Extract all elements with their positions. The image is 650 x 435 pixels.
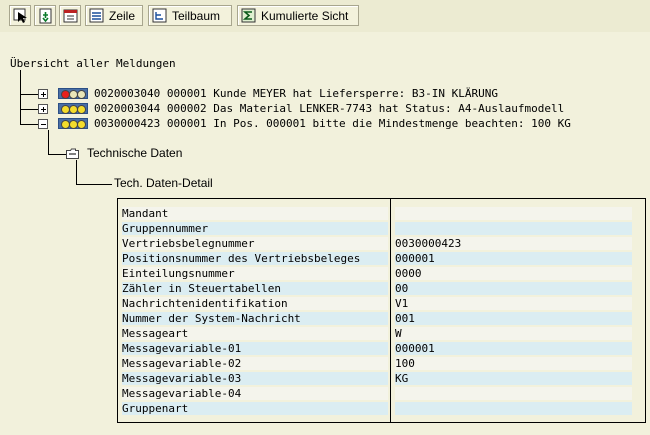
detail-row: Einteilungsnummer 0000 (118, 266, 645, 281)
yellow-light-icon (77, 105, 86, 114)
detail-row: Mandant (118, 206, 645, 221)
window-icon (63, 9, 78, 22)
detail-key: Gruppenart (122, 402, 388, 415)
window-button[interactable] (59, 5, 81, 26)
tree-connector (76, 184, 112, 185)
detail-row: Nummer der System-Nachricht 001 (118, 311, 645, 326)
detail-value: 000001 (395, 252, 632, 265)
detail-value (395, 207, 632, 220)
tech-data-node[interactable]: Technische Daten (87, 147, 182, 160)
detail-key: Mandant (122, 207, 388, 220)
row-button[interactable]: Zeile (85, 5, 143, 26)
subtree-icon (152, 8, 167, 22)
detail-value: 00 (395, 282, 632, 295)
tree-root-label: Übersicht aller Meldungen (10, 57, 176, 70)
detail-row: Gruppenart (118, 401, 645, 416)
tree-connector (20, 109, 38, 110)
detail-value: 0000 (395, 267, 632, 280)
tree-connector (48, 154, 66, 155)
sigma-icon (241, 8, 256, 22)
detail-value: 000001 (395, 342, 632, 355)
export-button[interactable] (34, 5, 56, 26)
detail-row: Messagevariable-02 100 (118, 356, 645, 371)
detail-value: 100 (395, 357, 632, 370)
tree-connector (20, 124, 38, 125)
detail-value (395, 402, 632, 415)
tree-connector (20, 70, 21, 125)
cumulated-view-button-label: Kumulierte Sicht (261, 8, 349, 23)
traffic-light-icon (58, 118, 88, 129)
message-text[interactable]: 0020003044 000002 Das Material LENKER-77… (94, 102, 564, 115)
detail-key: Gruppennummer (122, 222, 388, 235)
detail-row: Vertriebsbelegnummer 0030000423 (118, 236, 645, 251)
detail-value: W (395, 327, 632, 340)
detail-row: Nachrichtenidentifikation V1 (118, 296, 645, 311)
export-icon (39, 8, 52, 23)
light-off-icon (77, 90, 86, 99)
subtree-button-label: Teilbaum (172, 8, 221, 23)
detail-key: Messagevariable-03 (122, 372, 388, 385)
select-button[interactable] (9, 5, 31, 26)
yellow-light-icon (77, 120, 86, 129)
traffic-light-icon (58, 88, 88, 99)
tree-connector (20, 94, 38, 95)
message-text[interactable]: 0030000423 000001 In Pos. 000001 bitte d… (94, 117, 571, 130)
detail-row: Zähler in Steuertabellen 00 (118, 281, 645, 296)
folder-icon (66, 148, 79, 159)
row-button-label: Zeile (109, 8, 136, 23)
detail-key: Messagevariable-02 (122, 357, 388, 370)
detail-value: 001 (395, 312, 632, 325)
detail-key: Messagevariable-04 (122, 387, 388, 400)
detail-value (395, 387, 632, 400)
detail-key: Messageart (122, 327, 388, 340)
detail-row: Positionsnummer des Vertriebsbeleges 0000… (118, 251, 645, 266)
detail-value: V1 (395, 297, 632, 310)
detail-key: Nachrichtenidentifikation (122, 297, 388, 310)
detail-key: Vertriebsbelegnummer (122, 237, 388, 250)
row-icon (89, 8, 104, 22)
select-icon (13, 8, 27, 23)
collapse-toggle[interactable] (38, 119, 48, 129)
detail-row: Messagevariable-03 KG (118, 371, 645, 386)
detail-key: Nummer der System-Nachricht (122, 312, 388, 325)
detail-row: Messagevariable-04 (118, 386, 645, 401)
message-text[interactable]: 0020003040 000001 Kunde MEYER hat Liefer… (94, 87, 498, 100)
detail-key: Positionsnummer des Vertriebsbeleges (122, 252, 388, 265)
tree-connector (48, 130, 49, 154)
traffic-light-icon (58, 103, 88, 114)
detail-row: Messageart W (118, 326, 645, 341)
detail-value (395, 222, 632, 235)
tree-connector (76, 160, 77, 184)
detail-value: 0030000423 (395, 237, 632, 250)
detail-key: Einteilungsnummer (122, 267, 388, 280)
detail-row: Gruppennummer (118, 221, 645, 236)
detail-key: Messagevariable-01 (122, 342, 388, 355)
application-toolbar: Zeile Teilbaum Kumulierte Sicht (0, 0, 650, 32)
detail-key: Zähler in Steuertabellen (122, 282, 388, 295)
expand-toggle[interactable] (38, 104, 48, 114)
expand-toggle[interactable] (38, 89, 48, 99)
detail-value: KG (395, 372, 632, 385)
tech-detail-node[interactable]: Tech. Daten-Detail (114, 177, 213, 190)
detail-table: Mandant Gruppennummer Vertriebsbelegnummer… (117, 198, 646, 423)
detail-row: Messagevariable-01 000001 (118, 341, 645, 356)
subtree-button[interactable]: Teilbaum (148, 5, 232, 26)
cumulated-view-button[interactable]: Kumulierte Sicht (237, 5, 359, 26)
